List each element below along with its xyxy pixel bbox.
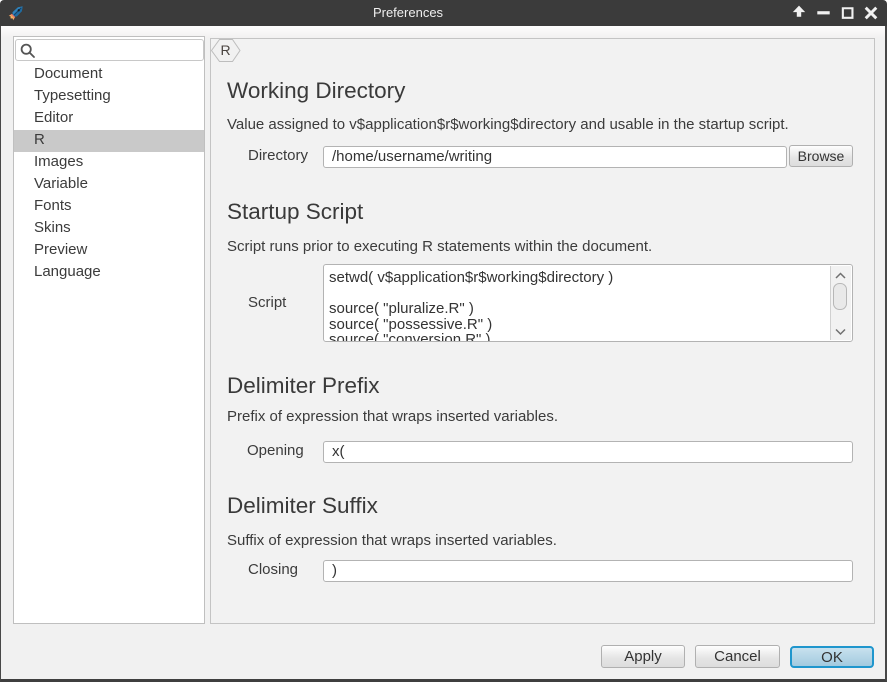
svg-text:R: R (220, 42, 230, 58)
